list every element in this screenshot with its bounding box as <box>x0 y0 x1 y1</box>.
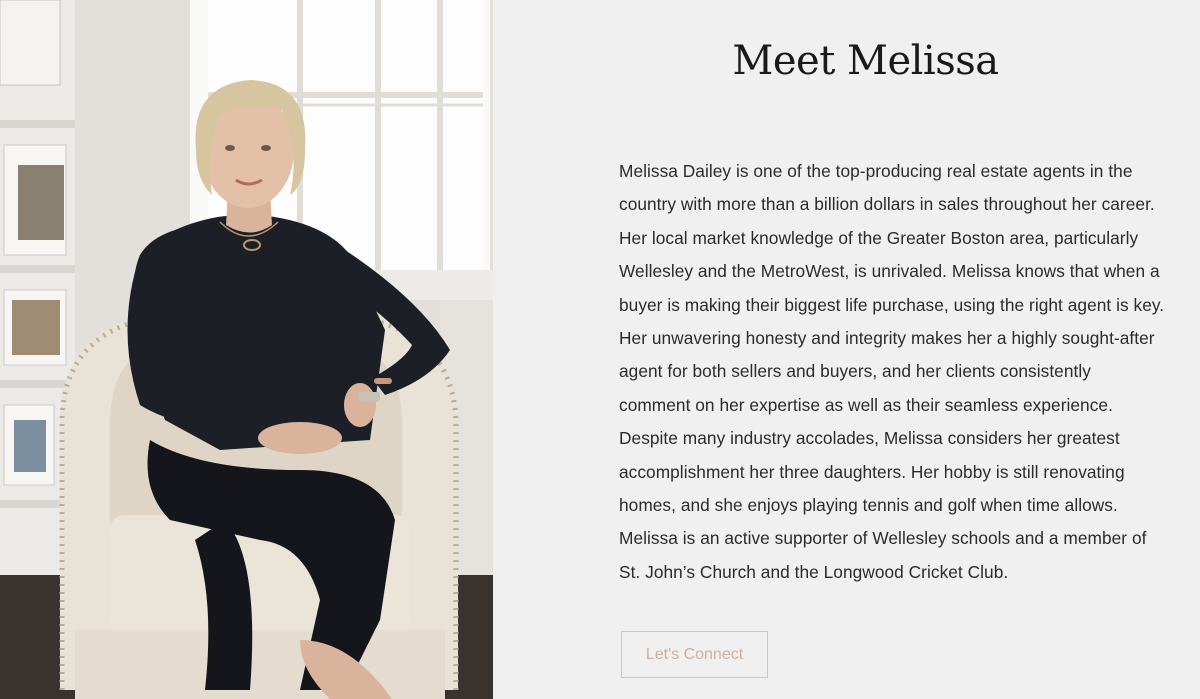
bio-line: Melissa Dailey is one of the top-produci… <box>619 161 1133 181</box>
bio-line: homes, and she enjoys playing tennis and… <box>619 495 1118 516</box>
bio-line: Wellesley and the MetroWest, is unrivale… <box>619 261 1160 282</box>
portrait-illustration <box>0 0 493 699</box>
portrait-photo <box>0 0 493 699</box>
bio-line: buyer is making their biggest life purch… <box>619 294 1165 315</box>
lets-connect-button[interactable]: Let's Connect <box>621 631 768 678</box>
bio-line: Melissa is an active supporter of Welles… <box>619 528 1147 549</box>
bio-line: agent for both sellers and buyers, and h… <box>619 361 1091 382</box>
bio-line: Her unwavering honesty and integrity mak… <box>619 328 1155 349</box>
bio-line: Her local market knowledge of the Greate… <box>619 227 1139 248</box>
bio-line: comment on her expertise as well as thei… <box>619 394 1113 415</box>
bio-line: St. John’s Church and the Longwood Crick… <box>619 561 1009 582</box>
bio-line: Despite many industry accolades, Melissa… <box>619 428 1120 449</box>
page-title: Meet Melissa <box>732 38 999 84</box>
bio-paragraph: Melissa Dailey is one of the top-produci… <box>619 155 1194 589</box>
bio-line: country with more than a billion dollars… <box>619 194 1155 215</box>
about-section: Meet Melissa Melissa Dailey is one of th… <box>493 0 1200 699</box>
bio-line: accomplishment her three daughters. Her … <box>619 461 1125 482</box>
